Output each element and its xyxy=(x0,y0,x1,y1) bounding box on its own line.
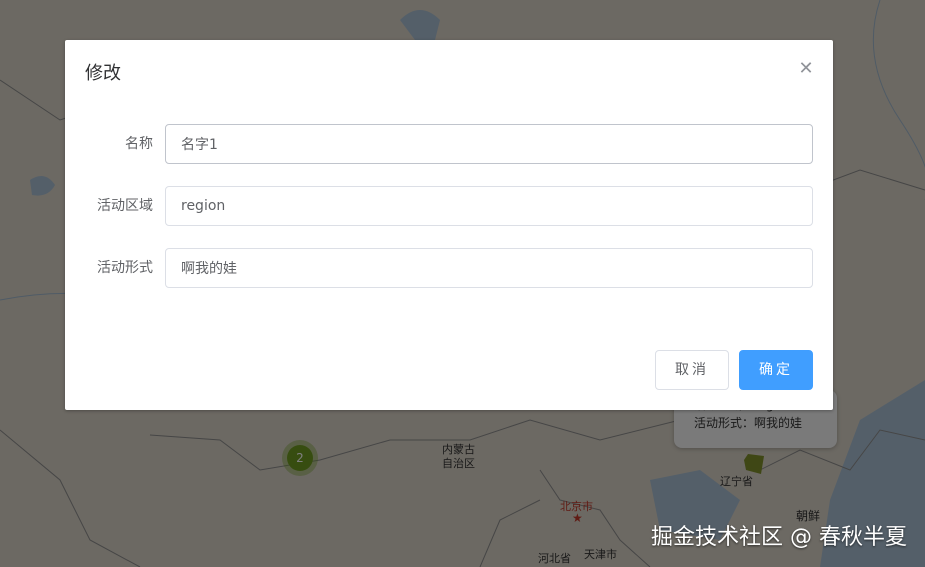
watermark: 掘金技术社区 @ 春秋半夏 xyxy=(651,525,907,550)
form-input[interactable] xyxy=(165,248,813,288)
region-label: 活动区域 xyxy=(97,198,153,214)
form-label: 活动形式 xyxy=(97,260,153,276)
edit-dialog: 修改 ✕ 名称 活动区域 活动形式 取消 确定 xyxy=(65,40,833,410)
name-label: 名称 xyxy=(125,136,153,152)
close-icon[interactable]: ✕ xyxy=(795,58,817,80)
form-row-name: 名称 xyxy=(65,124,833,164)
cancel-button[interactable]: 取消 xyxy=(655,350,729,390)
form-row-region: 活动区域 xyxy=(65,186,833,226)
name-input[interactable] xyxy=(165,124,813,164)
confirm-button[interactable]: 确定 xyxy=(739,350,813,390)
region-input[interactable] xyxy=(165,186,813,226)
form-row-form: 活动形式 xyxy=(65,248,833,288)
dialog-title: 修改 xyxy=(85,63,121,84)
